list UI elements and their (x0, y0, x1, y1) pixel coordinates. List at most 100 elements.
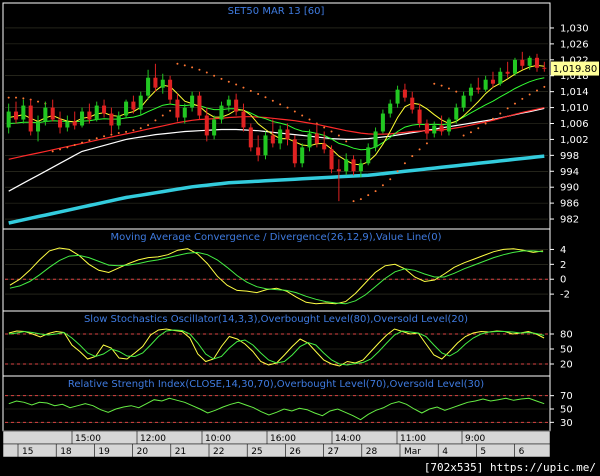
price-chart-title: SET50 MAR 13 [60] (228, 6, 325, 17)
x-date-label: 21 (175, 447, 186, 457)
sar-dot (147, 124, 150, 127)
y-tick-label: 982 (560, 215, 579, 226)
sar-dot (95, 137, 98, 140)
x-time-label: 14:00 (335, 434, 361, 444)
sar-dot (462, 134, 465, 137)
y-tick-label: 1,006 (560, 119, 589, 130)
candle (292, 135, 297, 168)
sar-dot (132, 129, 135, 132)
y-tick-label: 70 (560, 391, 573, 402)
sar-dot (125, 130, 128, 133)
sar-dot (37, 100, 40, 103)
sar-dot (110, 133, 113, 136)
macd-title: Moving Average Convergence / Divergence(… (111, 232, 442, 243)
sar-dot (374, 190, 377, 193)
sar-dot (337, 134, 340, 137)
sar-dot (528, 93, 531, 96)
sar-dot (389, 178, 392, 181)
x-time-label: 10:00 (205, 434, 231, 444)
sar-dot (418, 148, 421, 151)
watermark-text: [702x535] https://upic.me/ (424, 461, 596, 474)
x-date-label: 22 (213, 447, 224, 457)
sar-dot (491, 117, 494, 120)
x-date-label: 28 (366, 447, 378, 457)
sar-dot (73, 143, 76, 146)
sar-dot (191, 66, 194, 69)
sar-dot (543, 85, 546, 88)
sar-dot (499, 112, 502, 115)
x-date-label: 19 (98, 447, 110, 457)
sar-dot (381, 184, 384, 187)
x-time-label: 9:00 (465, 434, 485, 444)
sar-dot (293, 110, 296, 113)
x-time-label: 15:00 (75, 434, 101, 444)
y-tick-label: 0 (560, 275, 566, 286)
sar-dot (396, 170, 399, 173)
sar-dot (117, 132, 120, 135)
sar-dot (66, 146, 69, 149)
y-tick-label: 4 (560, 245, 566, 256)
y-tick-label: 990 (560, 183, 579, 194)
sar-dot (367, 194, 370, 197)
y-tick-label: 1,030 (560, 23, 589, 34)
x-date-label: 20 (137, 447, 149, 457)
sar-dot (235, 83, 238, 86)
last-price-label: 1,019.80 (553, 64, 598, 75)
sar-dot (161, 114, 164, 117)
sar-dot (455, 90, 458, 93)
y-tick-label: -2 (560, 290, 570, 301)
sar-dot (271, 99, 274, 102)
x-date-label: 27 (328, 447, 339, 457)
y-tick-label: 994 (560, 167, 579, 178)
x-date-label: 26 (289, 447, 301, 457)
y-tick-label: 30 (560, 418, 573, 429)
sar-dot (7, 96, 10, 99)
sar-dot (403, 162, 406, 165)
sar-dot (433, 82, 436, 85)
sar-dot (205, 71, 208, 74)
sar-dot (359, 198, 362, 201)
sar-dot (345, 140, 348, 143)
sar-dot (411, 155, 414, 158)
sar-dot (279, 103, 282, 106)
y-tick-label: 998 (560, 151, 579, 162)
chart-canvas: SET50 MAR 13 [60] Moving Average Converg… (0, 0, 600, 476)
sar-dot (513, 102, 516, 105)
sar-dot (286, 106, 289, 109)
sar-dot (535, 89, 538, 92)
sar-dot (352, 200, 355, 203)
x-time-label: 11:00 (400, 434, 426, 444)
sar-dot (301, 114, 304, 117)
candle (248, 123, 253, 152)
sar-dot (506, 107, 509, 110)
x-date-label: Mar (404, 447, 421, 457)
y-tick-label: 80 (560, 330, 573, 341)
candle (263, 131, 268, 160)
sar-dot (242, 86, 245, 89)
sar-dot (176, 62, 179, 65)
x-time-label: 12:00 (140, 434, 166, 444)
sar-dot (15, 96, 18, 99)
y-tick-label: 1,002 (560, 135, 589, 146)
y-tick-label: 986 (560, 199, 579, 210)
sar-dot (81, 141, 84, 144)
sar-dot (330, 130, 333, 133)
sar-dot (227, 80, 230, 83)
sar-dot (183, 64, 186, 67)
chart-window: SET50 MAR 13 [60] Moving Average Converg… (0, 0, 600, 476)
sar-dot (88, 139, 91, 142)
y-tick-label: 1,010 (560, 103, 589, 114)
sar-dot (264, 96, 267, 99)
y-tick-label: 50 (560, 345, 573, 356)
sar-dot (477, 127, 480, 130)
y-tick-label: 2 (560, 260, 566, 271)
rsi-title: Relative Strength Index(CLOSE,14,30,70),… (68, 379, 484, 390)
x-date-label: 4 (442, 447, 448, 457)
x-date-label: 18 (60, 447, 72, 457)
candle (197, 91, 202, 120)
x-date-label: 5 (480, 447, 486, 457)
candle (329, 145, 334, 174)
candle (124, 99, 129, 118)
x-time-label: 16:00 (270, 434, 296, 444)
sar-dot (469, 131, 472, 134)
